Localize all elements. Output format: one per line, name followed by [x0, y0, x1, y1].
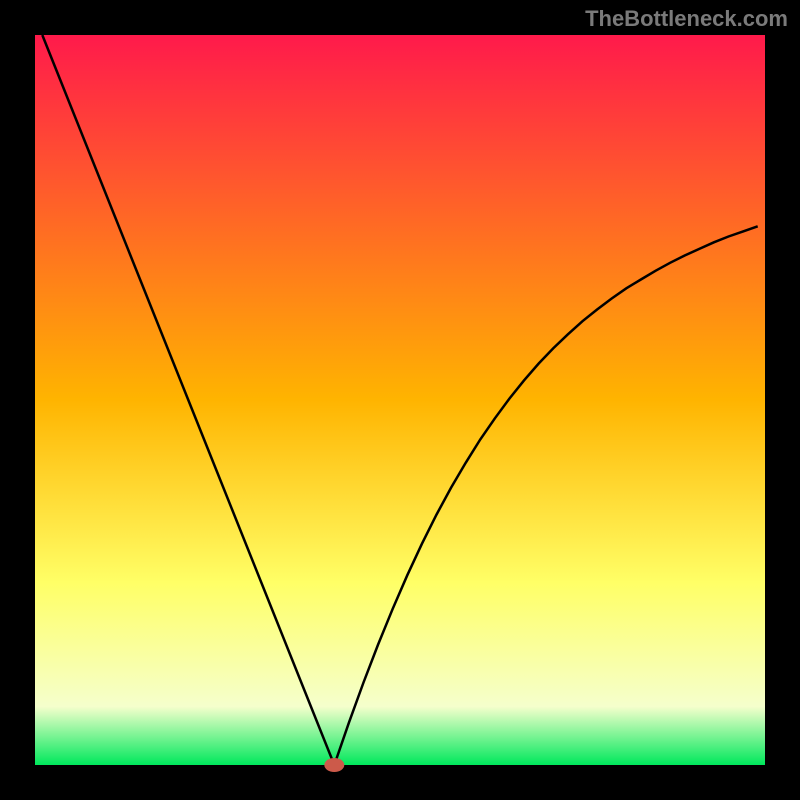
chart-background	[35, 35, 765, 765]
bottleneck-chart	[0, 0, 800, 800]
chart-container: TheBottleneck.com	[0, 0, 800, 800]
watermark-text: TheBottleneck.com	[585, 6, 788, 32]
minimum-marker	[324, 758, 344, 772]
